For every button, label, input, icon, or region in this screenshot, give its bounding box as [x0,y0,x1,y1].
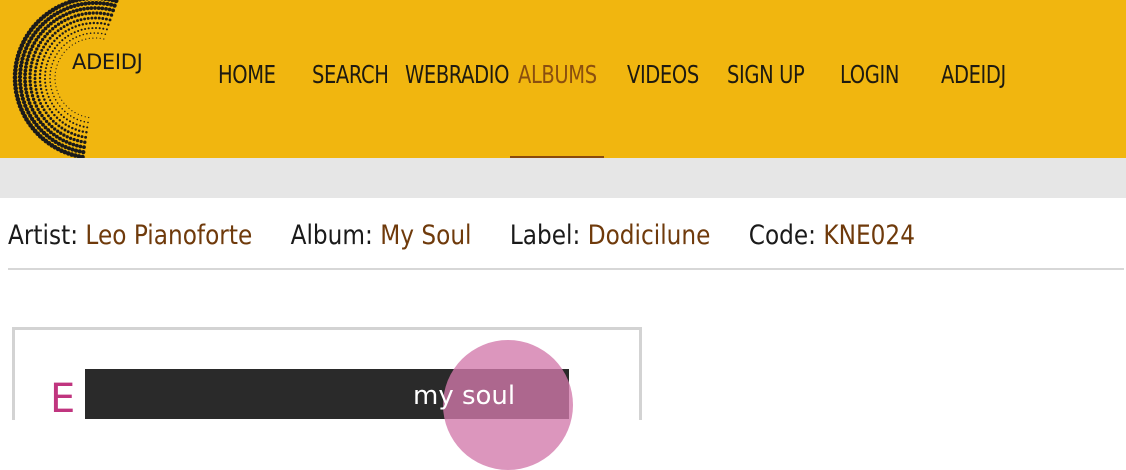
nav-login[interactable]: LOGIN [840,55,899,95]
artist-label: Artist: [8,220,78,251]
logo-text[interactable]: ADEIDJ [72,50,143,74]
sub-header-band [0,158,1126,198]
album-info-line: Artist: Leo Pianoforte Album: My Soul La… [8,216,946,256]
nav-home[interactable]: HOME [218,55,276,95]
label-label: Label: [510,220,580,251]
nav-webradio[interactable]: WEBRADIO [405,55,509,95]
site-header: ADEIDJ HOME SEARCH WEBRADIO ALBUMS VIDEO… [0,0,1126,158]
artist-field: Artist: Leo Pianoforte [8,220,252,251]
nav-search[interactable]: SEARCH [312,55,389,95]
nav-videos[interactable]: VIDEOS [627,55,699,95]
code-value: KNE024 [823,220,915,251]
cover-title-glyph: E [50,376,75,422]
logo-dot-swirl-icon[interactable] [0,0,190,170]
artist-value[interactable]: Leo Pianoforte [85,220,252,251]
label-value[interactable]: Dodicilune [588,220,711,251]
nav-sign-up[interactable]: SIGN UP [727,55,804,95]
nav-albums[interactable]: ALBUMS [518,55,597,95]
code-label: Code: [749,220,816,251]
divider [8,268,1124,270]
album-label: Album: [291,220,373,251]
album-value[interactable]: My Soul [380,220,471,251]
label-field: Label: Dodicilune [510,220,711,251]
nav-adeidj[interactable]: ADEIDJ [941,55,1006,95]
album-field: Album: My Soul [291,220,472,251]
cover-title: my soul [413,381,515,411]
code-field: Code: KNE024 [749,220,915,251]
